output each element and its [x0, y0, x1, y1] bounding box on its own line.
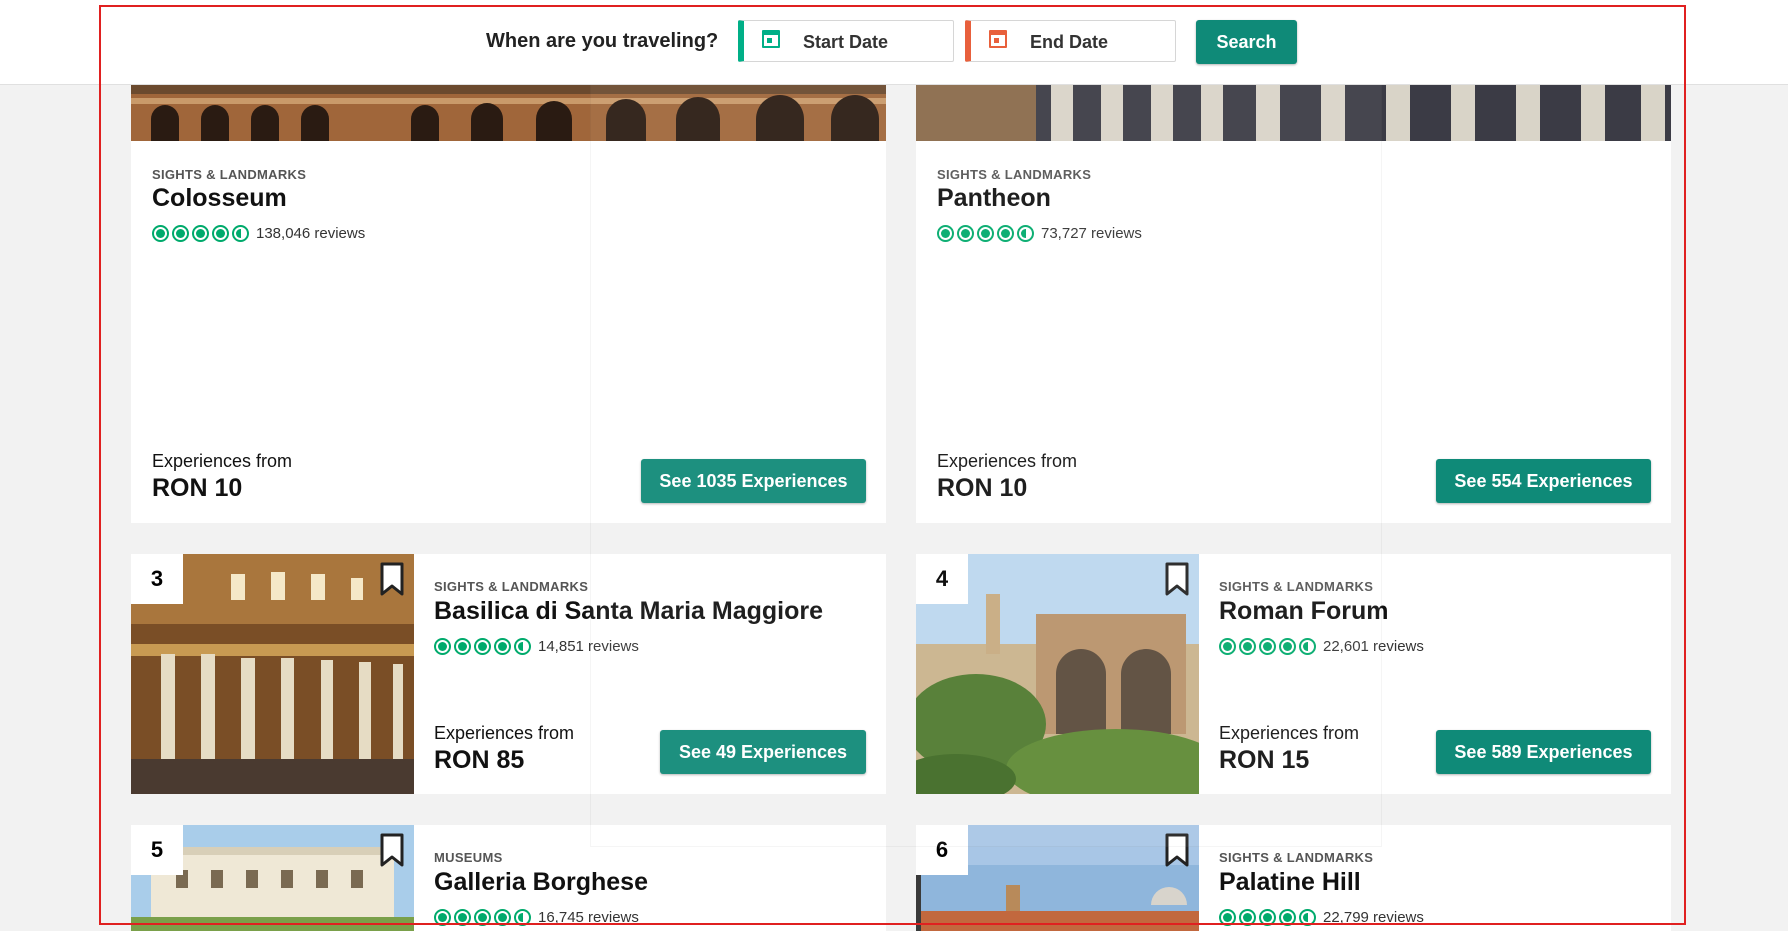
rating-bubble-icon	[152, 225, 169, 242]
attraction-card-palatine-hill[interactable]: 6 SIGHTS & LANDMARKS Palatine Hill 22,79…	[916, 825, 1671, 931]
attraction-card-basilica[interactable]: 3 SIGHTS & LANDMARKS Basilica di Santa M…	[131, 554, 886, 794]
rating-bubble-icon	[494, 638, 511, 655]
review-count[interactable]: 22,799 reviews	[1323, 909, 1424, 926]
rating-half-bubble-icon	[1299, 638, 1316, 655]
rating-half-bubble-icon	[1017, 225, 1034, 242]
calendar-icon	[989, 30, 1007, 48]
rating-half-bubble-icon	[1299, 909, 1316, 926]
bookmark-icon[interactable]	[380, 833, 404, 867]
rank-badge: 3	[131, 554, 183, 604]
start-date-field[interactable]: Start Date	[738, 20, 954, 62]
end-date-field[interactable]: End Date	[965, 20, 1176, 62]
calendar-icon	[762, 30, 780, 48]
category-label: SIGHTS & LANDMARKS	[152, 167, 307, 182]
category-label: SIGHTS & LANDMARKS	[1219, 579, 1374, 594]
category-label: SIGHTS & LANDMARKS	[1219, 850, 1374, 865]
rating-bubble-icon	[1239, 638, 1256, 655]
rating-bubbles: 14,851 reviews	[434, 638, 639, 655]
rating-bubble-icon	[212, 225, 229, 242]
attraction-card-pantheon[interactable]: SIGHTS & LANDMARKS Pantheon 73,727 revie…	[916, 84, 1671, 523]
rating-bubble-icon	[474, 638, 491, 655]
experiences-from-label: Experiences from	[152, 451, 293, 471]
rating-bubble-icon	[1219, 638, 1236, 655]
rating-bubble-icon	[172, 225, 189, 242]
rating-bubbles: 138,046 reviews	[152, 225, 365, 242]
experience-price: RON 10	[937, 474, 1028, 502]
see-experiences-button[interactable]: See 49 Experiences	[660, 730, 866, 774]
colosseum-photo	[131, 84, 886, 141]
rating-bubbles: 73,727 reviews	[937, 225, 1142, 242]
see-experiences-button[interactable]: See 589 Experiences	[1436, 730, 1651, 774]
experience-price: RON 15	[1219, 746, 1310, 774]
category-label: MUSEUMS	[434, 850, 503, 865]
attraction-name[interactable]: Galleria Borghese	[434, 868, 648, 897]
attraction-name[interactable]: Roman Forum	[1219, 597, 1388, 626]
pantheon-photo	[916, 84, 1671, 141]
rating-bubble-icon	[494, 909, 511, 926]
see-experiences-button[interactable]: See 1035 Experiences	[641, 459, 866, 503]
start-date-label: Start Date	[803, 32, 889, 52]
travel-question: When are you traveling?	[486, 30, 719, 52]
rating-bubble-icon	[977, 225, 994, 242]
rank-badge: 5	[131, 825, 183, 875]
rating-bubble-icon	[1279, 638, 1296, 655]
rating-bubbles: 16,745 reviews	[434, 909, 639, 926]
review-count[interactable]: 73,727 reviews	[1041, 225, 1142, 242]
review-count[interactable]: 16,745 reviews	[538, 909, 639, 926]
rating-bubble-icon	[1259, 909, 1276, 926]
rating-bubble-icon	[1239, 909, 1256, 926]
rating-bubble-icon	[1259, 638, 1276, 655]
end-date-label: End Date	[1030, 32, 1109, 52]
rating-bubble-icon	[1219, 909, 1236, 926]
rating-half-bubble-icon	[514, 638, 531, 655]
rating-bubble-icon	[434, 638, 451, 655]
rating-half-bubble-icon	[232, 225, 249, 242]
experiences-from-label: Experiences from	[434, 723, 575, 743]
category-label: SIGHTS & LANDMARKS	[434, 579, 589, 594]
experience-price: RON 10	[152, 474, 243, 502]
rating-bubbles: 22,601 reviews	[1219, 638, 1424, 655]
review-count[interactable]: 138,046 reviews	[256, 225, 365, 242]
rank-badge: 6	[916, 825, 968, 875]
rating-bubble-icon	[957, 225, 974, 242]
rating-bubble-icon	[454, 638, 471, 655]
bookmark-icon[interactable]	[1165, 562, 1189, 596]
attraction-card-colosseum[interactable]: SIGHTS & LANDMARKS Colosseum 138,046 rev…	[131, 84, 886, 523]
review-count[interactable]: 22,601 reviews	[1323, 638, 1424, 655]
rating-bubble-icon	[997, 225, 1014, 242]
rank-badge: 4	[916, 554, 968, 604]
rating-bubble-icon	[434, 909, 451, 926]
experiences-from-label: Experiences from	[1219, 723, 1360, 743]
rating-bubble-icon	[937, 225, 954, 242]
date-search-bar: When are you traveling? Start Date End D…	[0, 0, 1788, 85]
review-count[interactable]: 14,851 reviews	[538, 638, 639, 655]
category-label: SIGHTS & LANDMARKS	[937, 167, 1092, 182]
rating-half-bubble-icon	[514, 909, 531, 926]
rating-bubble-icon	[1279, 909, 1296, 926]
search-button[interactable]: Search	[1196, 20, 1297, 64]
attraction-name[interactable]: Pantheon	[937, 184, 1051, 213]
bookmark-icon[interactable]	[1165, 833, 1189, 867]
rating-bubble-icon	[474, 909, 491, 926]
rating-bubble-icon	[454, 909, 471, 926]
experience-price: RON 85	[434, 746, 525, 774]
rating-bubble-icon	[192, 225, 209, 242]
attraction-name[interactable]: Palatine Hill	[1219, 868, 1361, 897]
bookmark-icon[interactable]	[380, 562, 404, 596]
rating-bubbles: 22,799 reviews	[1219, 909, 1424, 926]
experiences-from-label: Experiences from	[937, 451, 1078, 471]
attraction-card-galleria-borghese[interactable]: 5 MUSEUMS Galleria Borghese 16,745 revie…	[131, 825, 886, 931]
attraction-card-roman-forum[interactable]: 4 SIGHTS & LANDMARKS Roman Forum 22,601 …	[916, 554, 1671, 794]
attraction-name[interactable]: Basilica di Santa Maria Maggiore	[434, 597, 823, 626]
attraction-name[interactable]: Colosseum	[152, 184, 287, 213]
see-experiences-button[interactable]: See 554 Experiences	[1436, 459, 1651, 503]
